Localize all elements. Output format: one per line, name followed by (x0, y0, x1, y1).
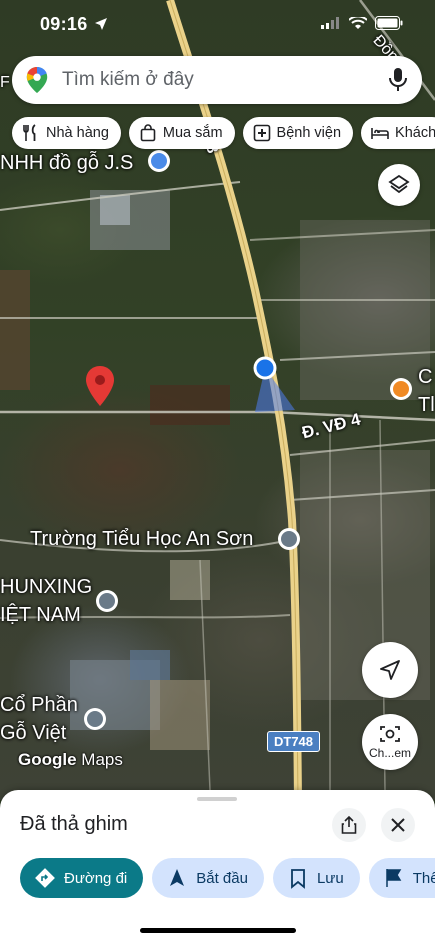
map-label-poi-t: Tl (418, 394, 435, 416)
map-label-school[interactable]: Trường Tiểu Học An Sơn (30, 528, 253, 551)
save-label: Lưu (316, 869, 344, 887)
navigation-start-icon (170, 869, 185, 886)
sheet-title: Đã thả ghim (20, 813, 128, 835)
lens-label: Ch...em (368, 746, 411, 760)
fork-knife-icon (23, 124, 36, 141)
shopping-bag-icon (140, 124, 156, 142)
start-label: Bắt đầu (196, 869, 248, 887)
search-bar[interactable]: Tìm kiếm ở đây (12, 56, 422, 104)
camera-lens-icon (380, 726, 400, 742)
google-wordmark: Google (18, 750, 77, 769)
chip-label: Bệnh viện (276, 125, 342, 141)
map-label-coph-1[interactable]: Cổ Phần (0, 694, 78, 717)
road-shield-dt748: DT748 (267, 731, 321, 752)
map-label-hunxing-1[interactable]: HUNXING (0, 576, 92, 599)
directions-icon (35, 868, 55, 888)
directions-button[interactable]: Đường đi (20, 858, 144, 898)
share-button[interactable] (332, 808, 366, 842)
chip-hotels[interactable]: Khách (361, 117, 435, 149)
lens-button[interactable]: Ch...em (362, 714, 418, 770)
add-label-text: Thê (412, 869, 435, 887)
dropped-pin-icon[interactable] (86, 366, 114, 406)
chip-hospitals[interactable]: Bệnh viện (242, 117, 354, 149)
building-icon[interactable] (96, 590, 118, 612)
my-location-button[interactable] (362, 642, 418, 698)
category-chips: Nhà hàng Mua sắm Bệnh viện Khách (12, 117, 435, 149)
cafe-icon[interactable] (390, 378, 412, 400)
chip-label: Khách (395, 125, 435, 141)
factory-icon[interactable] (84, 708, 106, 730)
start-button[interactable]: Bắt đầu (152, 858, 264, 898)
share-icon (341, 816, 357, 834)
close-icon (391, 818, 405, 832)
location-arrow-icon (95, 18, 107, 30)
map-label-top-left: F (0, 74, 10, 91)
school-icon[interactable] (278, 528, 300, 550)
chip-shopping[interactable]: Mua sắm (128, 117, 235, 149)
layers-button[interactable] (378, 164, 420, 206)
status-indicators (321, 16, 403, 30)
maps-wordmark: Maps (81, 750, 123, 769)
map-label-company[interactable]: NHH đồ gỗ J.S (0, 152, 133, 175)
wifi-icon (349, 16, 367, 29)
bookmark-icon (291, 869, 305, 889)
signal-icon (321, 17, 339, 29)
save-button[interactable]: Lưu (272, 858, 360, 898)
battery-icon (375, 16, 403, 30)
map-label-hunxing-2[interactable]: IỆT NAM (0, 604, 81, 627)
search-input[interactable]: Tìm kiếm ở đây (62, 69, 388, 91)
google-maps-pin-icon (26, 67, 48, 93)
flag-icon (385, 869, 402, 887)
close-button[interactable] (381, 808, 415, 842)
chip-label: Mua sắm (162, 125, 223, 141)
map-label-poi-c: C (418, 366, 433, 388)
add-label-button[interactable]: Thê (368, 858, 435, 898)
chip-restaurants[interactable]: Nhà hàng (12, 117, 121, 149)
chip-label: Nhà hàng (46, 125, 109, 141)
bed-icon (371, 128, 389, 139)
home-indicator[interactable] (140, 928, 296, 933)
lock-icon[interactable] (148, 150, 170, 172)
directions-label: Đường đi (64, 869, 128, 887)
microphone-icon[interactable] (388, 68, 408, 92)
hospital-icon (253, 124, 270, 142)
status-time: 09:16 (40, 14, 88, 34)
action-buttons: Đường đi Bắt đầu Lưu Thê (20, 858, 435, 898)
drag-handle[interactable] (197, 797, 237, 801)
map-label-coph-2[interactable]: Gỗ Việt (0, 722, 66, 745)
layers-icon (388, 174, 410, 194)
navigation-arrow-icon (380, 660, 400, 680)
status-bar: 09:16 (0, 0, 435, 50)
google-maps-watermark: Google Maps (18, 750, 123, 770)
bottom-sheet[interactable]: Đã thả ghim Đường đi Bắt đầu Lưu Thê (0, 790, 435, 941)
